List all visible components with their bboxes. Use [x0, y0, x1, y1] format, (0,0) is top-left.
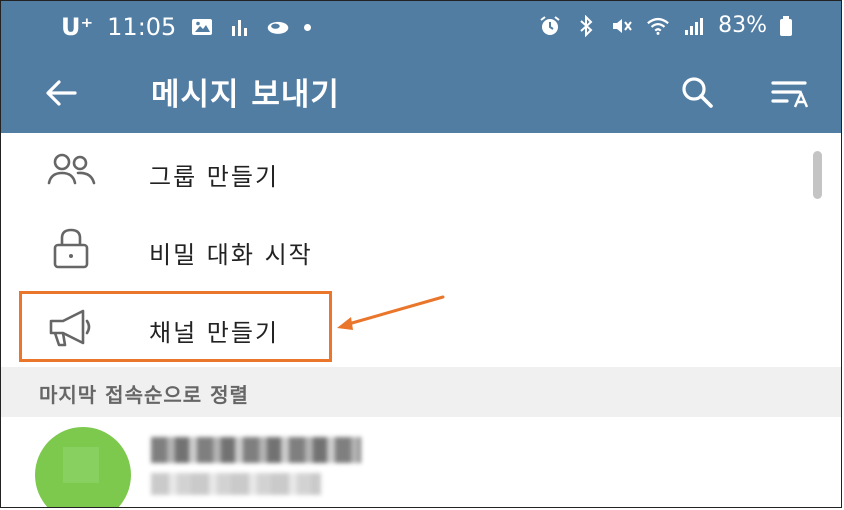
search-icon[interactable] [677, 73, 717, 113]
highlight-box [19, 291, 332, 362]
page-title: 메시지 보내기 [151, 77, 340, 113]
gallery-icon [192, 19, 213, 35]
annotation-arrow [337, 295, 445, 330]
wifi-icon [647, 17, 669, 35]
app-bar: U⁺ 11:05 83% 메시지 보내기 [1, 1, 841, 133]
secret-chat-label: 비밀 대화 시작 [149, 241, 313, 269]
screen-frame: U⁺ 11:05 83% 메시지 보내기 그룹 만들기 비밀 대화 시작 채널 … [0, 0, 842, 508]
status-bar: U⁺ 11:05 83% [1, 1, 841, 59]
carrier-label: U⁺ [61, 13, 94, 41]
alarm-icon [540, 15, 560, 35]
contact-name-redacted [151, 437, 361, 463]
app-notification-icon [268, 21, 289, 34]
group-icon [47, 153, 96, 185]
contact-row[interactable] [1, 417, 841, 507]
bluetooth-icon [580, 14, 593, 37]
contact-status-redacted [151, 473, 321, 495]
create-group-label: 그룹 만들기 [149, 163, 280, 191]
lock-icon [53, 228, 89, 269]
more-notifications-dot [304, 23, 312, 31]
battery-icon [780, 15, 792, 36]
signal-icon [685, 17, 704, 35]
battery-percent: 83% [718, 13, 767, 38]
back-arrow-icon[interactable] [41, 73, 81, 113]
sort-section-header: 마지막 접속순으로 정렬 [1, 367, 841, 417]
sort-icon[interactable] [769, 73, 817, 113]
secret-chat-item[interactable]: 비밀 대화 시작 [1, 211, 841, 289]
mute-icon [613, 18, 632, 33]
stats-icon [232, 20, 248, 36]
clock: 11:05 [107, 13, 177, 41]
scrollbar[interactable] [813, 151, 822, 199]
create-group-item[interactable]: 그룹 만들기 [1, 133, 841, 211]
avatar-pixelation [63, 447, 99, 483]
toolbar: 메시지 보내기 [1, 59, 841, 133]
sort-section-label: 마지막 접속순으로 정렬 [39, 383, 249, 407]
